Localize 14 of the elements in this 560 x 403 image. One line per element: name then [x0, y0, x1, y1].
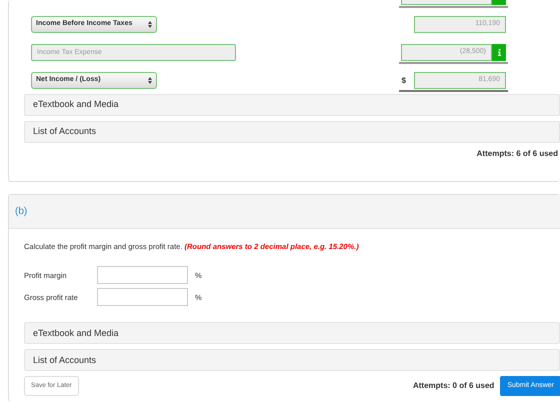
info-icon [498, 49, 500, 56]
answer-field[interactable] [97, 266, 188, 284]
resource-link[interactable]: eTextbook and Media [24, 94, 560, 116]
resource-link[interactable]: eTextbook and Media [24, 322, 560, 344]
answer-field[interactable] [97, 288, 188, 306]
resource-link[interactable]: List of Accounts [24, 121, 560, 143]
part-label: (b) [15, 205, 28, 219]
select-arrows-icon [148, 21, 152, 28]
select-arrows-icon [148, 77, 152, 84]
attempts-counter: Attempts: 6 of 6 used [476, 148, 558, 160]
currency-symbol: $ [402, 74, 406, 86]
info-button[interactable] [492, 44, 506, 61]
resource-link[interactable]: List of Accounts [24, 349, 560, 372]
attempts-counter: Attempts: 0 of 6 used [412, 380, 494, 392]
